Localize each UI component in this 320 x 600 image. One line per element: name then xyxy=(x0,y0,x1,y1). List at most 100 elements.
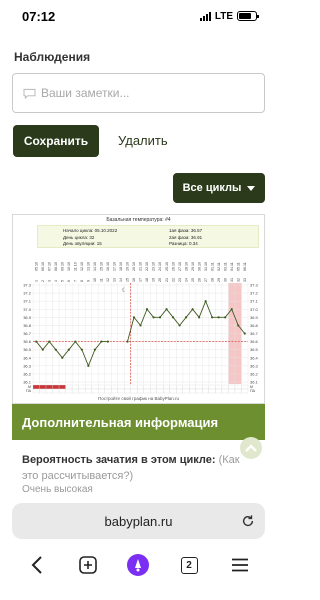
day-number-label: 1 xyxy=(34,280,38,282)
day-number-label: 8 xyxy=(80,280,84,282)
url-text: babyplan.ru xyxy=(104,513,173,529)
plus-square-icon xyxy=(79,556,97,574)
y-tick-label-right: 36.8 xyxy=(250,323,259,328)
row-cell xyxy=(52,388,60,394)
row-cell xyxy=(117,384,125,390)
temperature-point xyxy=(61,356,64,359)
row-cell xyxy=(65,384,73,390)
comment-icon xyxy=(23,88,36,99)
row-cell xyxy=(143,388,151,394)
temperature-point xyxy=(106,340,110,343)
date-label: 08.10 xyxy=(54,262,58,271)
row-cell xyxy=(45,388,53,394)
menu-button[interactable] xyxy=(226,551,254,579)
reload-icon[interactable] xyxy=(241,514,255,528)
day-number-label: 19 xyxy=(152,278,156,282)
temperature-point xyxy=(185,316,188,319)
day-number-label: 16 xyxy=(132,278,136,282)
screen: 07:12 LTE Наблюдения Ваши заметки... Сох… xyxy=(0,0,277,600)
day-number-label: 5 xyxy=(61,280,65,282)
y-tick-label-right: 36.4 xyxy=(250,355,259,360)
day-number-label: 24 xyxy=(184,278,188,282)
all-cycles-dropdown[interactable]: Все циклы xyxy=(173,173,265,203)
day-number-label: 33 xyxy=(243,278,247,282)
additional-info-header[interactable]: Дополнительная информация xyxy=(12,404,265,440)
y-tick-label-left: 36.7 xyxy=(23,331,32,336)
probability-value: Очень высокая xyxy=(22,484,93,495)
day-number-label: 3 xyxy=(47,280,51,282)
row-cell xyxy=(104,384,112,390)
date-label: 30.10 xyxy=(197,262,201,271)
scroll-top-button[interactable] xyxy=(240,437,262,459)
row-cell xyxy=(137,388,144,394)
row-cell xyxy=(208,388,216,394)
menstruation-cell xyxy=(32,384,40,390)
row-cell xyxy=(228,388,236,394)
day-number-label: 13 xyxy=(113,278,117,282)
date-label: 31.10 xyxy=(204,262,208,271)
temperature-point xyxy=(48,340,51,343)
row-cell xyxy=(176,384,183,390)
day-number-label: 17 xyxy=(139,278,143,282)
date-label: 20.10 xyxy=(132,262,136,271)
notes-placeholder: Ваши заметки... xyxy=(41,86,130,100)
date-label: 05.11 xyxy=(236,262,240,271)
date-label: 15.10 xyxy=(100,262,104,271)
date-label: 26.10 xyxy=(171,262,175,271)
menstruation-cell xyxy=(39,384,47,390)
date-label: 02.11 xyxy=(217,262,221,271)
address-bar[interactable]: babyplan.ru xyxy=(12,503,265,539)
bbt-chart: Базальная температура: #4 Начало цикла: … xyxy=(12,214,265,404)
alice-button[interactable] xyxy=(124,551,152,579)
y-tick-label-right: 36.7 xyxy=(250,331,259,336)
y-tick-label-left: 36.2 xyxy=(23,371,32,376)
chart-footer[interactable]: Постройте свой график на BabyPlan.ru xyxy=(13,396,264,401)
tabs-button[interactable]: 2 xyxy=(175,551,203,579)
date-label: 11.10 xyxy=(74,262,78,271)
row-cell xyxy=(84,384,92,390)
y-tick-label-left: 36.5 xyxy=(23,347,32,352)
temperature-point xyxy=(132,316,136,319)
chevron-left-icon xyxy=(31,556,43,574)
row-cell xyxy=(215,384,223,390)
notes-input[interactable]: Ваши заметки... xyxy=(12,73,265,113)
menstruation-cell xyxy=(58,384,66,390)
row-cell xyxy=(111,384,118,390)
date-label: 18.10 xyxy=(119,262,123,271)
date-label: 27.10 xyxy=(178,262,182,271)
row-cell xyxy=(71,384,79,390)
row-cell xyxy=(91,388,99,394)
status-time: 07:12 xyxy=(22,8,56,24)
row-cell xyxy=(150,384,157,390)
day-number-label: 22 xyxy=(171,278,175,282)
row-cell xyxy=(91,384,99,390)
row-label-left: ПА xyxy=(26,389,32,393)
temperature-point xyxy=(67,348,70,351)
row-cell xyxy=(241,384,249,390)
row-cell xyxy=(169,388,177,394)
y-tick-label-left: 36.4 xyxy=(23,355,32,360)
temperature-point xyxy=(74,340,77,343)
date-label: 05.10 xyxy=(34,262,38,271)
caret-down-icon xyxy=(247,185,256,191)
temperature-point xyxy=(224,316,227,319)
back-button[interactable] xyxy=(23,551,51,579)
day-number-label: 30 xyxy=(223,278,227,282)
y-tick-label-right: 37.1 xyxy=(250,299,259,304)
day-number-label: 20 xyxy=(158,278,162,282)
day-number-label: 7 xyxy=(74,280,78,282)
row-cell xyxy=(137,384,144,390)
temperature-point xyxy=(198,316,201,319)
y-tick-label-right: 37.2 xyxy=(250,291,259,296)
temperature-point xyxy=(152,316,155,319)
day-number-label: 29 xyxy=(217,278,221,282)
new-tab-button[interactable] xyxy=(74,551,102,579)
day-number-label: 6 xyxy=(67,280,71,282)
date-label: 28.10 xyxy=(184,262,188,271)
day-number-label: 31 xyxy=(230,278,234,282)
row-cell xyxy=(176,388,183,394)
save-button[interactable]: Сохранить xyxy=(13,125,99,157)
row-cell xyxy=(182,388,190,394)
y-tick-label-right: 36.2 xyxy=(250,371,259,376)
delete-button[interactable]: Удалить xyxy=(118,133,168,148)
